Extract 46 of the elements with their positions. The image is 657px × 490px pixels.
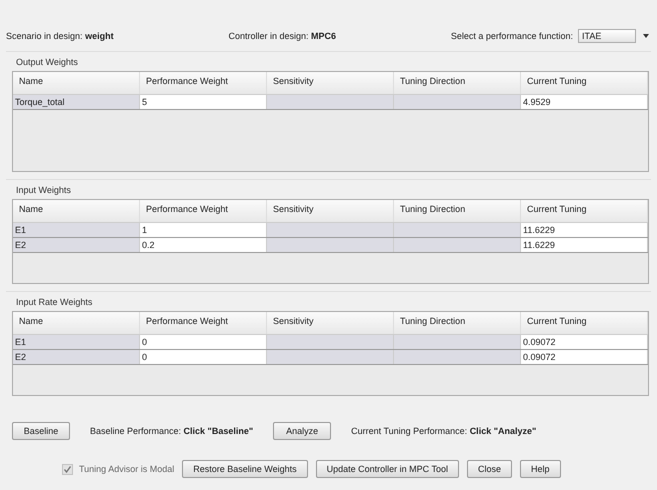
column-header[interactable]: Tuning Direction	[394, 312, 521, 334]
scenario-label: Scenario in design: weight	[6, 31, 114, 41]
column-header[interactable]: Performance Weight	[140, 200, 267, 222]
performance-function-dropdown[interactable]: ITAE	[578, 29, 636, 43]
column-header[interactable]: Current Tuning	[521, 72, 648, 94]
weight-cell[interactable]: 0	[140, 350, 267, 364]
table-cell: E2	[13, 238, 140, 252]
dialog-button[interactable]: Help	[520, 460, 561, 478]
panel-title: Input Rate Weights	[15, 296, 94, 309]
weight-cell[interactable]: 1	[140, 223, 267, 237]
column-header[interactable]: Current Tuning	[521, 200, 648, 222]
function-label: Select a performance function:	[450, 31, 573, 41]
table-cell: 0.09072	[521, 335, 648, 349]
table-cell: Torque_total	[13, 95, 140, 109]
column-header[interactable]: Name	[13, 312, 140, 334]
column-header[interactable]: Sensitivity	[267, 72, 394, 94]
baseline-performance-text: Baseline Performance: Click "Baseline"	[90, 426, 254, 436]
column-header[interactable]: Performance Weight	[140, 72, 267, 94]
weight-cell[interactable]: 0.2	[140, 238, 267, 252]
column-header[interactable]: Tuning Direction	[394, 72, 521, 94]
table-cell: 11.6229	[521, 223, 648, 237]
column-header[interactable]: Sensitivity	[267, 200, 394, 222]
column-header[interactable]: Performance Weight	[140, 312, 267, 334]
dialog-button[interactable]: Close	[467, 460, 512, 478]
column-header[interactable]: Tuning Direction	[394, 200, 521, 222]
column-header[interactable]: Sensitivity	[267, 312, 394, 334]
column-header[interactable]: Current Tuning	[521, 312, 648, 334]
table-cell: 4.9529	[521, 95, 648, 109]
table-cell: 0.09072	[521, 350, 648, 364]
analyze-button[interactable]: Analyze	[273, 422, 332, 440]
weight-cell[interactable]: 5	[140, 95, 267, 109]
dialog-button[interactable]: Update Controller in MPC Tool	[316, 460, 459, 478]
table-cell: E1	[13, 335, 140, 349]
table-cell: E1	[13, 223, 140, 237]
controller-label: Controller in design: MPC6	[228, 31, 336, 41]
baseline-button[interactable]: Baseline	[12, 422, 70, 440]
current-performance-text: Current Tuning Performance: Click "Analyze"	[351, 426, 536, 436]
modal-label: Tuning Advisor is Modal	[79, 464, 174, 474]
table-cell: E2	[13, 350, 140, 364]
panel-title: Output Weights	[15, 56, 79, 69]
panel-title: Input Weights	[15, 184, 72, 197]
weight-cell[interactable]: 0	[140, 335, 267, 349]
table-cell: 11.6229	[521, 238, 648, 252]
dialog-button[interactable]: Restore Baseline Weights	[182, 460, 308, 478]
column-header[interactable]: Name	[13, 72, 140, 94]
column-header[interactable]: Name	[13, 200, 140, 222]
